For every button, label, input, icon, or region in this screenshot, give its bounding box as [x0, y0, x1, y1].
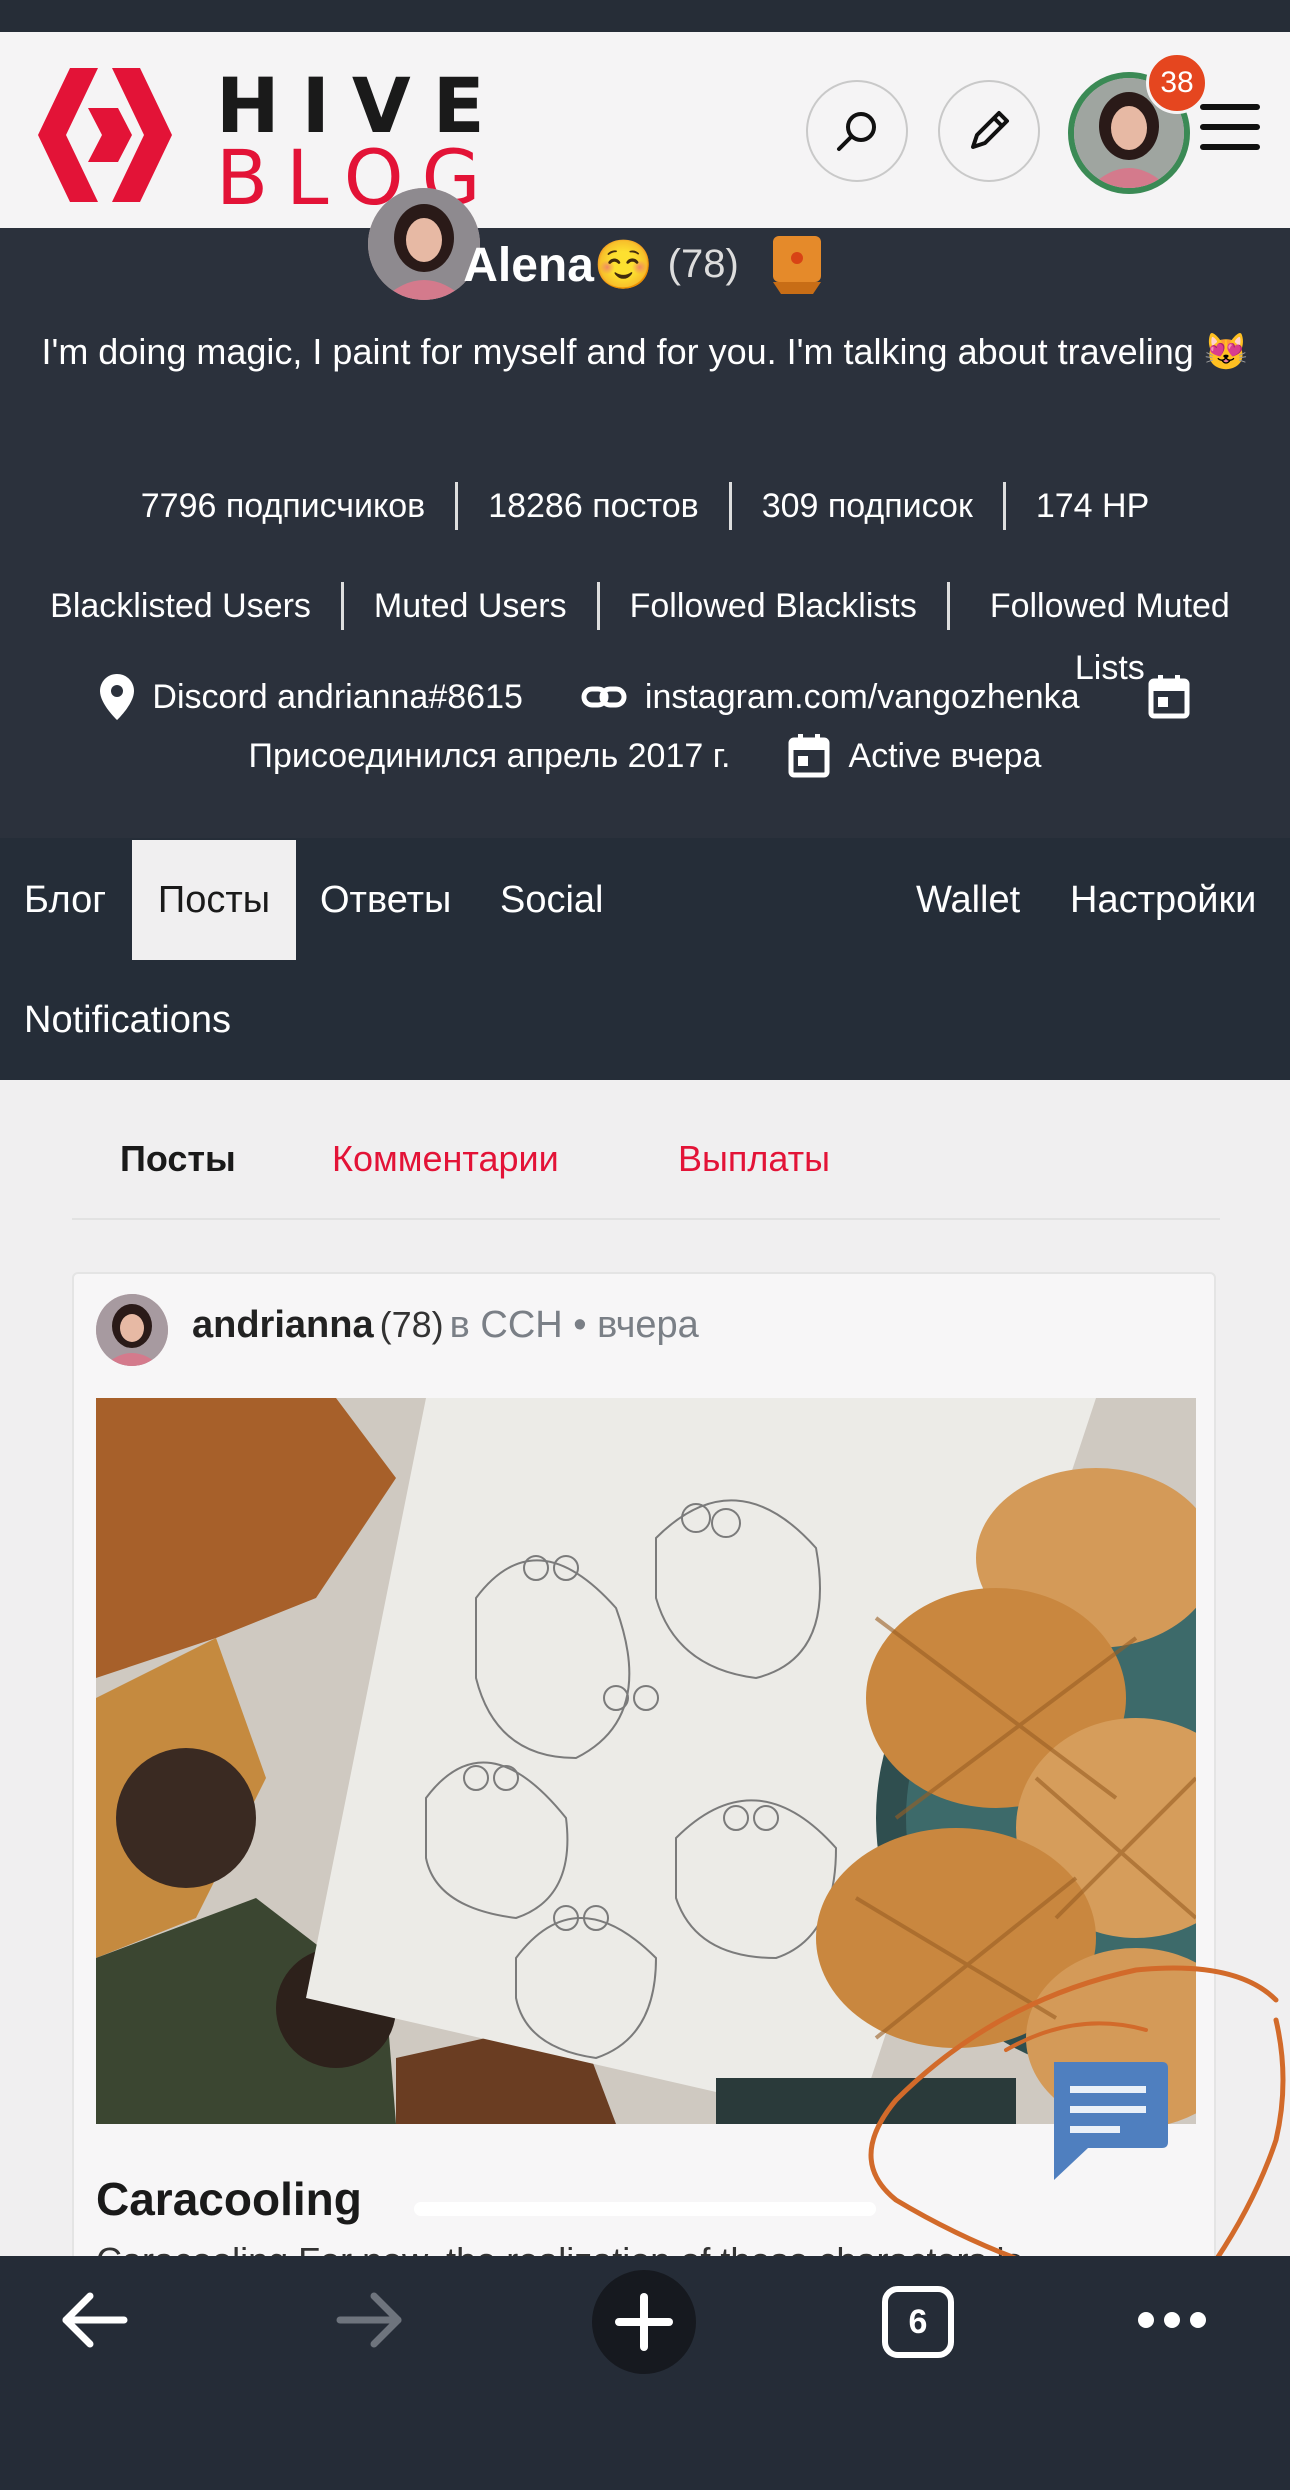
calendar-icon	[788, 734, 830, 778]
divider	[596, 582, 600, 630]
profile-location: Discord andrianna#8615	[152, 677, 523, 716]
posts-count: 18286 постов	[488, 486, 699, 525]
profile-stats: 7796 подписчиков 18286 постов 309 подпис…	[0, 482, 1290, 530]
divider	[455, 482, 459, 530]
profile-last-active: Active вчера	[848, 736, 1042, 775]
muted-users-link[interactable]: Muted Users	[374, 587, 567, 626]
menu-button[interactable]	[1200, 104, 1260, 164]
hive-logo-icon[interactable]	[32, 68, 182, 202]
annotation-scribble	[868, 1965, 1286, 2299]
profile-tabs: Блог Посты Ответы Social Wallet Настройк…	[0, 838, 1290, 1080]
post-author-link[interactable]: andrianna	[192, 1304, 374, 1347]
calendar-icon	[1148, 675, 1190, 719]
divider	[340, 582, 344, 630]
tab-posts[interactable]: Посты	[132, 840, 296, 960]
profile-name: Alena☺️	[463, 238, 654, 292]
blacklisted-users-link[interactable]: Blacklisted Users	[50, 587, 311, 626]
notification-badge[interactable]: 38	[1146, 52, 1208, 114]
more-menu-button[interactable]	[1132, 2296, 1212, 2344]
post-meta: andrianna (78) в ССН • вчера	[192, 1304, 699, 1347]
profile-joined: Присоединился апрель 2017 г.	[248, 736, 731, 775]
tab-settings[interactable]: Настройки	[1046, 840, 1280, 960]
profile-cover: Alena☺️ (78) I'm doing magic, I paint fo…	[0, 188, 1290, 838]
followers-link[interactable]: 7796 подписчиков	[141, 487, 425, 526]
forward-arrow-icon	[336, 2292, 402, 2348]
link-icon	[581, 686, 627, 708]
author-avatar[interactable]	[96, 1294, 168, 1366]
profile-dates: Присоединился апрель 2017 г. Active вчер…	[0, 734, 1290, 778]
pencil-icon	[971, 111, 1009, 149]
new-tab-button[interactable]	[592, 2270, 696, 2374]
back-button[interactable]	[58, 2284, 130, 2356]
status-bar	[0, 0, 1290, 32]
following-link[interactable]: 309 подписок	[762, 487, 973, 526]
tab-count: 6	[882, 2286, 954, 2358]
subtab-posts[interactable]: Посты	[120, 1138, 236, 1180]
followed-blacklists-link[interactable]: Followed Blacklists	[630, 587, 917, 626]
feed-subtabs: Посты Комментарии Выплаты	[72, 1080, 1220, 1220]
search-icon	[837, 112, 876, 151]
tab-wallet[interactable]: Wallet	[892, 840, 1044, 960]
profile-reputation: (78)	[667, 241, 739, 286]
post-title[interactable]: Caracooling	[96, 2172, 362, 2226]
site-header: HIVE BLOG 38	[0, 32, 1290, 228]
divider	[946, 582, 950, 630]
post-author-reputation: (78)	[379, 1304, 444, 1345]
tabs-button[interactable]: 6	[882, 2286, 954, 2358]
profile-about: I'm doing magic, I paint for myself and …	[41, 331, 1249, 372]
post-community-time[interactable]: в ССН • вчера	[450, 1304, 699, 1347]
site-logo-text[interactable]: HIVE BLOG	[216, 68, 507, 216]
profile-name-row: Alena☺️ (78)	[0, 228, 1290, 300]
back-arrow-icon	[62, 2292, 128, 2348]
forward-button[interactable]	[334, 2284, 406, 2356]
profile-meta: Discord andrianna#8615 instagram.com/van…	[0, 674, 1290, 720]
tab-notifications[interactable]: Notifications	[0, 960, 255, 1080]
hamburger-icon	[1200, 104, 1260, 110]
more-dots-icon	[1138, 2312, 1206, 2328]
profile-website-link[interactable]: instagram.com/vangozhenka	[645, 678, 1080, 717]
location-pin-icon	[100, 674, 135, 720]
hive-power: 174 HP	[1035, 486, 1150, 525]
achievement-badge-icon	[772, 236, 821, 294]
tab-replies[interactable]: Ответы	[296, 840, 475, 960]
profile-lists: Blacklisted Users Muted Users Followed B…	[0, 544, 1290, 687]
compose-button[interactable]	[938, 80, 1040, 182]
subtab-payouts[interactable]: Выплаты	[678, 1138, 830, 1180]
divider	[728, 482, 732, 530]
tab-blog[interactable]: Блог	[0, 840, 130, 960]
tab-social[interactable]: Social	[476, 840, 628, 960]
divider	[1002, 482, 1006, 530]
browser-toolbar: 6	[0, 2256, 1290, 2490]
search-button[interactable]	[806, 80, 908, 182]
subtab-comments[interactable]: Комментарии	[332, 1138, 559, 1180]
plus-icon	[615, 2293, 673, 2351]
home-indicator	[414, 2202, 876, 2216]
